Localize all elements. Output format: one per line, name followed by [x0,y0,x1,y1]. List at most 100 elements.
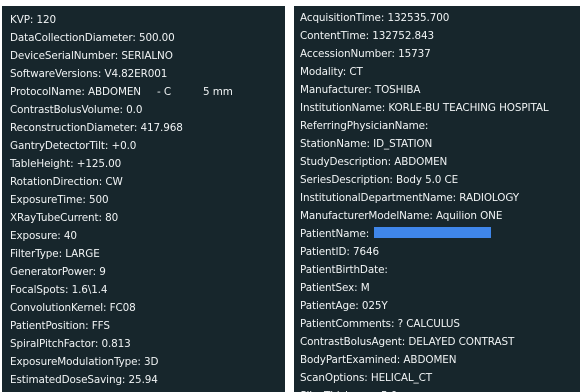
tag-row: DataCollectionDiameter: 500.00 [10,29,285,47]
tag-key: PatientAge: [300,300,359,312]
tag-value: ABDOMEN [394,156,448,168]
tag-row: PatientComments: ? CALCULUS [300,315,580,333]
tag-value: TOSHIBA [374,84,421,96]
tag-value: 0.0 [126,104,143,116]
tag-row: RotationDirection: CW [10,173,285,191]
tag-value: 9 [99,266,106,278]
tag-value: FFS [91,320,110,332]
tag-key: InstitutionName: [300,102,386,114]
tag-value: +125.00 [76,158,122,170]
tag-value: 80 [105,212,119,224]
tag-key: Modality: [300,66,347,78]
tag-row: ManufacturerModelName: Aquilion ONE [300,207,580,225]
tag-row: Manufacturer: TOSHIBA [300,81,580,99]
tag-key: Exposure: [10,230,61,242]
tag-row: SpiralPitchFactor: 0.813 [10,335,285,353]
tag-value: ? CALCULUS [397,318,460,330]
tag-value: 025Y [361,300,388,312]
tag-row: SliceThickness: 5.0 [300,387,580,392]
tag-key: KVP: [10,14,34,26]
tag-row: ContrastBolusAgent: DELAYED CONTRAST [300,333,580,351]
tag-value: LARGE [65,248,100,260]
redacted-value-bar [374,227,492,238]
dicom-tags-panel-right: AcquisitionTime: 132535.700 ContentTime: … [294,6,580,392]
tag-row: ExposureTime: 500 [10,191,285,209]
tag-key: ContrastBolusVolume: [10,104,123,116]
tag-row: DeviceSerialNumber: SERIALNO [10,47,285,65]
tag-key: Manufacturer: [300,84,372,96]
tag-value: Body 5.0 CE [396,174,459,186]
tag-list-left: KVP: 120 DataCollectionDiameter: 500.00 De… [10,11,285,392]
tag-row: ContrastBolusVolume: 0.0 [10,101,285,119]
tag-row: FocalSpots: 1.6\1.4 [10,281,285,299]
tag-row: ProtocolName: ABDOMEN - C 5 mm [10,83,285,101]
tag-row: InstitutionName: KORLE-BU TEACHING HOSPI… [300,99,580,117]
tag-value: 25.94 [128,374,158,386]
tag-row: BodyPartExamined: ABDOMEN [300,351,580,369]
tag-row: PatientAge: 025Y [300,297,580,315]
tag-value: +0.0 [111,140,137,152]
tag-key: StationName: [300,138,370,150]
tag-row: PatientBirthDate: [300,261,580,279]
tag-row: TableHeight: +125.00 [10,155,285,173]
tag-list-right: AcquisitionTime: 132535.700 ContentTime: … [300,9,580,392]
tag-key: XRayTubeCurrent: [10,212,102,224]
tag-key: GeneratorPower: [10,266,96,278]
tag-value: 1.6\1.4 [71,284,108,296]
tag-key: ProtocolName: [10,86,85,98]
tag-value: 15737 [398,48,431,60]
tag-value: 40 [63,230,77,242]
tag-key: PatientID: [300,246,350,258]
tag-row: Modality: CT [300,63,580,81]
tag-row: StationName: ID_STATION [300,135,580,153]
tag-key: PatientComments: [300,318,395,330]
tag-key: DataCollectionDiameter: [10,32,136,44]
tag-value: Aquilion ONE [435,210,503,222]
tag-key: PatientBirthDate: [300,264,388,276]
tag-row: ExposureModulationType: 3D [10,353,285,371]
tag-value: 132535.700 [387,12,450,24]
dicom-tags-panel-left: KVP: 120 DataCollectionDiameter: 500.00 De… [2,6,285,392]
tag-value: CT [349,66,363,78]
tag-key: EstimatedDoseSaving: [10,374,126,386]
tag-value: 132752.843 [372,30,435,42]
tag-value: FC08 [109,302,136,314]
tag-value: ID_STATION [373,138,433,150]
tag-row: PatientPosition: FFS [10,317,285,335]
tag-value: M [360,282,370,294]
tag-key: PatientSex: [300,282,358,294]
tag-value: RADIOLOGY [459,192,520,204]
tag-value: ABDOMEN [403,354,457,366]
tag-row: InstitutionalDepartmentName: RADIOLOGY [300,189,580,207]
tag-value: 417.968 [140,122,183,134]
tag-key: ScanOptions: [300,372,368,384]
tag-key: AcquisitionTime: [300,12,385,24]
tag-row: PatientSex: M [300,279,580,297]
tag-value: 500 [88,194,109,206]
tag-key: DeviceSerialNumber: [10,50,119,62]
tag-row: StudyDescription: ABDOMEN [300,153,580,171]
tag-value: 500.00 [138,32,175,44]
tag-row: SeriesDescription: Body 5.0 CE [300,171,580,189]
tag-key: ReconstructionDiameter: [10,122,138,134]
tag-key: ConvolutionKernel: [10,302,107,314]
tag-row: ContentTime: 132752.843 [300,27,580,45]
tag-row: AccessionNumber: 15737 [300,45,580,63]
tag-value: 3D [144,356,159,368]
tag-key: PatientName: [300,228,370,240]
tag-key: ReferringPhysicianName: [300,120,429,132]
tag-value: KORLE-BU TEACHING HOSPITAL [388,102,549,114]
tag-value: 120 [36,14,57,26]
tag-key: TableHeight: [10,158,74,170]
tag-row: KVP: 120 [10,11,285,29]
tag-value: HELICAL_CT [370,372,433,384]
tag-row: AcquisitionTime: 132535.700 [300,9,580,27]
tag-key: AccessionNumber: [300,48,395,60]
tag-key: ExposureModulationType: [10,356,141,368]
tag-row: Exposure: 40 [10,227,285,245]
tag-key: RotationDirection: [10,176,103,188]
tag-row: SoftwareVersions: V4.82ER001 [10,65,285,83]
tag-row: ReconstructionDiameter: 417.968 [10,119,285,137]
tag-value: SERIALNO [121,50,173,62]
tag-row: FilterType: LARGE [10,245,285,263]
